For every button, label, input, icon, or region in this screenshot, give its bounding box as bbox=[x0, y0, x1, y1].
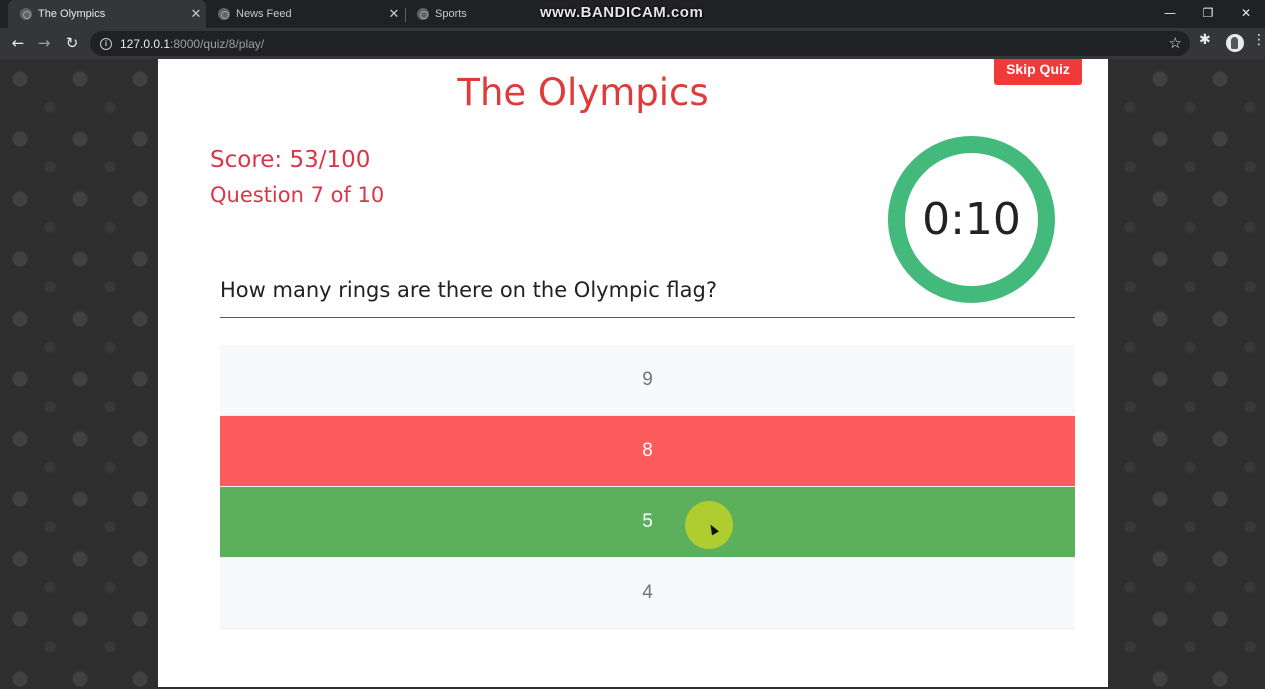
quiz-title: The Olympics bbox=[457, 71, 709, 114]
address-bar[interactable]: i 127.0.0.1:8000/quiz/8/play/ ☆ bbox=[90, 31, 1190, 56]
timer-value: 0:10 bbox=[922, 194, 1021, 245]
tab-bar: The Olympics ✕ News Feed ✕ Sports www.BA… bbox=[0, 0, 1265, 28]
answer-label: 5 bbox=[642, 511, 653, 532]
close-icon[interactable]: ✕ bbox=[384, 6, 404, 22]
globe-icon bbox=[218, 8, 230, 20]
question-progress: Question 7 of 10 bbox=[210, 183, 385, 207]
forward-icon[interactable]: → bbox=[32, 32, 56, 56]
reload-icon[interactable]: ↻ bbox=[60, 32, 84, 56]
score-text: Score: 53/100 bbox=[210, 147, 371, 173]
globe-icon bbox=[417, 8, 429, 20]
question-divider bbox=[220, 317, 1075, 318]
url-path: :8000/quiz/8/play/ bbox=[170, 36, 265, 51]
tab-news-feed[interactable]: News Feed ✕ bbox=[206, 0, 404, 28]
skip-quiz-button[interactable]: Skip Quiz bbox=[994, 59, 1082, 85]
answer-option[interactable]: 9 bbox=[220, 345, 1075, 416]
tab-sports[interactable]: Sports bbox=[405, 0, 535, 28]
quiz-page: Skip Quiz The Olympics Score: 53/100 Que… bbox=[158, 59, 1108, 687]
answer-option[interactable]: 4 bbox=[220, 558, 1075, 629]
answer-option-correct[interactable]: 5 bbox=[220, 487, 1075, 558]
url-host: 127.0.0.1 bbox=[120, 36, 171, 51]
tab-the-olympics[interactable]: The Olympics ✕ bbox=[8, 0, 206, 28]
answer-label: 4 bbox=[642, 582, 653, 603]
answer-label: 8 bbox=[642, 440, 653, 461]
profile-avatar[interactable] bbox=[1226, 34, 1244, 52]
close-window-icon[interactable]: ✕ bbox=[1227, 0, 1265, 28]
maximize-icon[interactable]: ❐ bbox=[1189, 0, 1227, 28]
answer-label: 9 bbox=[642, 369, 653, 390]
back-icon[interactable]: ← bbox=[6, 32, 30, 56]
info-icon[interactable]: i bbox=[100, 37, 112, 50]
answer-option-wrong[interactable]: 8 bbox=[220, 416, 1075, 487]
menu-icon[interactable]: ⋮ bbox=[1252, 32, 1265, 48]
globe-icon bbox=[20, 8, 32, 20]
star-icon[interactable]: ☆ bbox=[1169, 34, 1182, 52]
close-icon[interactable]: ✕ bbox=[186, 6, 206, 22]
browser-toolbar: ← → ↻ i 127.0.0.1:8000/quiz/8/play/ ☆ ✱ … bbox=[0, 28, 1265, 59]
tab-title: The Olympics bbox=[38, 8, 106, 20]
extensions-icon[interactable]: ✱ bbox=[1199, 32, 1211, 48]
tab-title: News Feed bbox=[236, 8, 292, 20]
question-text: How many rings are there on the Olympic … bbox=[220, 278, 717, 302]
minimize-icon[interactable]: — bbox=[1151, 0, 1189, 28]
window-controls: — ❐ ✕ bbox=[1151, 0, 1265, 28]
tab-title: Sports bbox=[435, 8, 467, 20]
answer-list: 9 8 5 4 bbox=[220, 345, 1075, 629]
recording-watermark: www.BANDICAM.com bbox=[540, 4, 704, 21]
